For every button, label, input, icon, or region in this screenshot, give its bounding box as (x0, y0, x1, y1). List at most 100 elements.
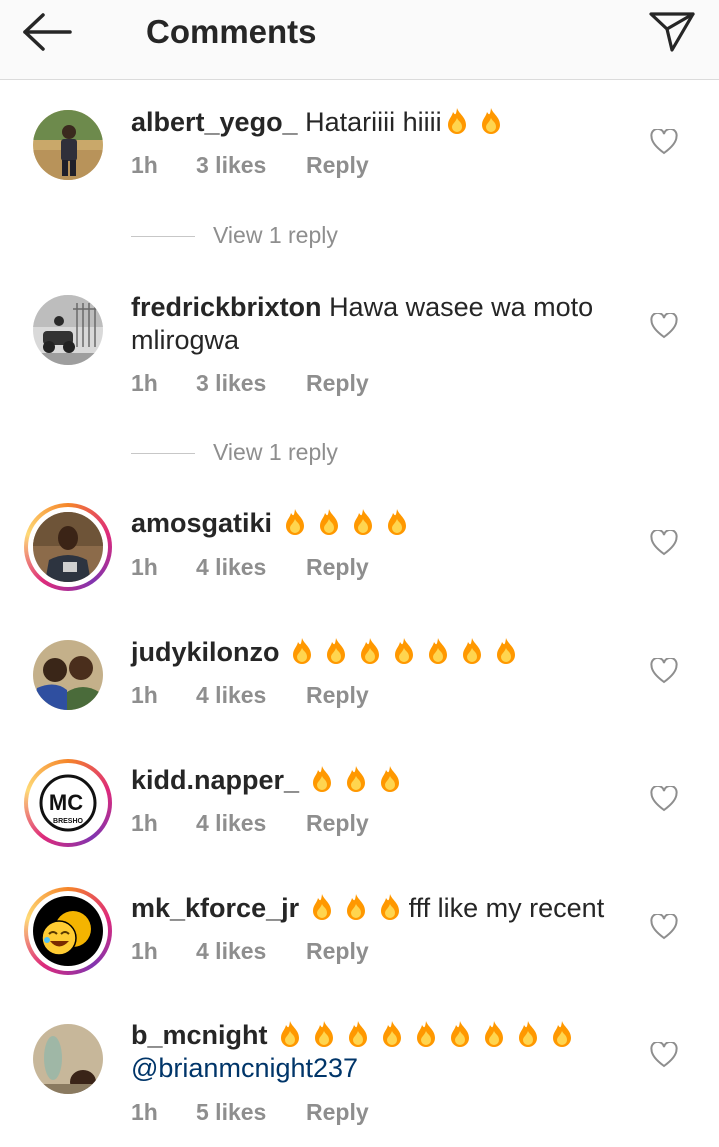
fire-icon (447, 108, 466, 134)
fire-emojis (280, 508, 416, 538)
reply-button[interactable]: Reply (306, 810, 369, 837)
fire-emojis (287, 637, 525, 667)
user-photo-avatar (33, 640, 103, 710)
like-button[interactable] (650, 656, 678, 684)
comment-text: judykilonzo (131, 636, 621, 669)
fire-icon (553, 1021, 572, 1047)
comment-username[interactable]: mk_kforce_jr (131, 893, 299, 923)
fire-emojis (442, 107, 510, 137)
divider (131, 453, 195, 455)
reply-button[interactable]: Reply (306, 1099, 369, 1126)
fire-icon (463, 638, 482, 664)
comment-likes[interactable]: 4 likes (196, 554, 306, 581)
comment-meta: 1h 4 likes Reply (131, 554, 369, 581)
fire-icon (485, 1021, 504, 1047)
avatar[interactable] (33, 110, 103, 180)
fire-icon (281, 1021, 300, 1047)
avatar (33, 512, 103, 582)
comment-time: 1h (131, 152, 158, 178)
avatar[interactable] (33, 640, 103, 710)
fire-icon (312, 766, 331, 792)
comment-username[interactable]: judykilonzo (131, 637, 280, 667)
fire-emojis (307, 893, 409, 923)
fire-icon (346, 894, 365, 920)
comment-body: fff like my recent (408, 893, 605, 923)
avatar-logo-text: MC (49, 790, 83, 815)
like-button[interactable] (650, 784, 678, 812)
avatar[interactable] (33, 1024, 103, 1094)
comment-body: Hatariiii hiiii (305, 107, 442, 137)
comment-time: 1h (131, 1099, 158, 1125)
fire-emojis (307, 765, 409, 795)
like-button[interactable] (650, 311, 678, 339)
fire-emojis (275, 1020, 581, 1050)
comment-time: 1h (131, 682, 158, 708)
reply-button[interactable]: Reply (306, 554, 369, 581)
arrow-left-icon (23, 13, 72, 51)
heart-icon (650, 912, 678, 940)
mention-link[interactable]: @brianmcnight237 (131, 1053, 358, 1083)
fire-icon (387, 509, 406, 535)
comment-meta: 1h 3 likes Reply (131, 370, 369, 397)
comment-likes[interactable]: 3 likes (196, 152, 306, 179)
comment-username[interactable]: kidd.napper_ (131, 765, 299, 795)
fire-icon (380, 894, 399, 920)
user-photo-avatar (33, 512, 103, 582)
story-ring[interactable] (24, 887, 112, 975)
fire-icon (429, 638, 448, 664)
reply-button[interactable]: Reply (306, 370, 369, 397)
heart-icon (650, 311, 678, 339)
share-button[interactable] (648, 10, 696, 54)
comment-meta: 1h 4 likes Reply (131, 938, 369, 965)
like-button[interactable] (650, 127, 678, 155)
reply-button[interactable]: Reply (306, 152, 369, 179)
comment-likes[interactable]: 4 likes (196, 682, 306, 709)
comment-meta: 1h 5 likes Reply (131, 1099, 369, 1126)
fire-icon (519, 1021, 538, 1047)
view-replies-label: View 1 reply (213, 222, 338, 248)
page-title: Comments (146, 13, 317, 50)
fire-icon (481, 108, 500, 134)
comment-username[interactable]: albert_yego_ (131, 107, 298, 137)
story-ring[interactable]: MC BRESHO (24, 759, 112, 847)
comment-likes[interactable]: 4 likes (196, 810, 306, 837)
fire-icon (327, 638, 346, 664)
comment-username[interactable]: fredrickbrixton (131, 292, 322, 322)
fire-icon (380, 766, 399, 792)
top-bar: Comments (0, 0, 719, 80)
divider (131, 236, 195, 238)
comment-username[interactable]: amosgatiki (131, 508, 272, 538)
view-replies-button[interactable]: View 1 reply (131, 439, 338, 466)
comment-likes[interactable]: 5 likes (196, 1099, 306, 1126)
comment-username[interactable]: b_mcnight (131, 1020, 268, 1050)
fire-icon (417, 1021, 436, 1047)
avatar[interactable] (33, 295, 103, 365)
comment-meta: 1h 3 likes Reply (131, 152, 369, 179)
heart-icon (650, 784, 678, 812)
comment-likes[interactable]: 4 likes (196, 938, 306, 965)
like-button[interactable] (650, 1040, 678, 1068)
comment-likes[interactable]: 3 likes (196, 370, 306, 397)
fire-icon (312, 894, 331, 920)
reply-button[interactable]: Reply (306, 682, 369, 709)
comment-time: 1h (131, 370, 158, 396)
heart-icon (650, 1040, 678, 1068)
paper-plane-icon (649, 12, 695, 52)
fire-icon (349, 1021, 368, 1047)
fire-icon (353, 509, 372, 535)
comment-text: mk_kforce_jr fff like my recent (131, 892, 621, 925)
story-ring[interactable] (24, 503, 112, 591)
comment-text: fredrickbrixton Hawa wasee wa moto mliro… (131, 291, 621, 357)
comment-text: albert_yego_ Hatariiii hiiii (131, 106, 621, 139)
heart-icon (650, 127, 678, 155)
mc-logo-avatar: MC BRESHO (33, 768, 103, 838)
reply-button[interactable]: Reply (306, 938, 369, 965)
fire-icon (361, 638, 380, 664)
view-replies-button[interactable]: View 1 reply (131, 222, 338, 249)
fire-icon (497, 638, 516, 664)
like-button[interactable] (650, 912, 678, 940)
user-photo-avatar (33, 295, 103, 365)
like-button[interactable] (650, 528, 678, 556)
back-button[interactable] (22, 12, 74, 52)
comment-text: kidd.napper_ (131, 764, 621, 797)
